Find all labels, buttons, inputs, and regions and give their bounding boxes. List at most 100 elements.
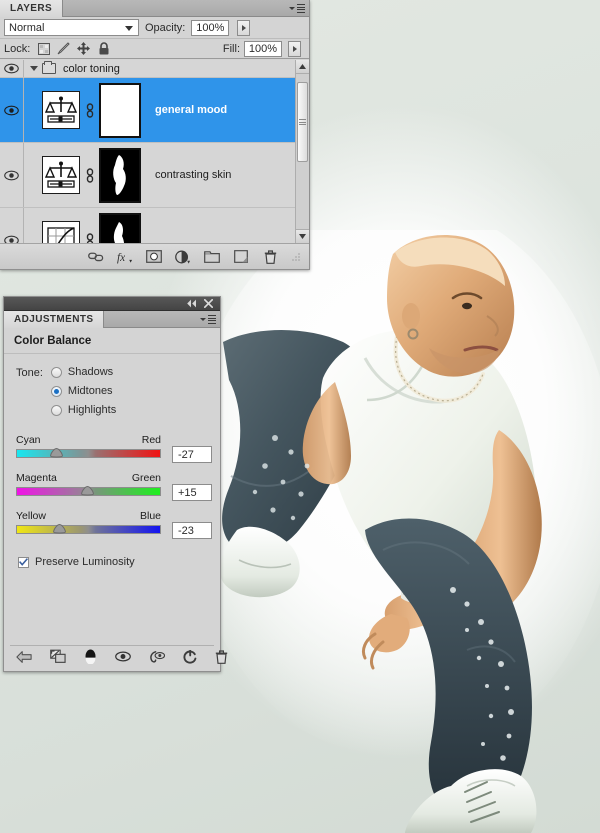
layers-scrollbar[interactable] [295,60,309,243]
tone-radio-group[interactable]: Shadows Midtones Highlights [50,366,116,416]
folder-icon [42,61,56,74]
blend-mode-row[interactable]: Normal Opacity: 100% [0,17,309,39]
fill-label: Fill: [222,42,240,55]
lock-row[interactable]: Lock: Fill: 100% [0,39,309,59]
checkbox-indicator[interactable] [18,556,29,568]
delete-layer-icon[interactable] [262,249,278,265]
adjustments-titlebar[interactable] [4,297,220,311]
lock-all-icon[interactable] [97,42,110,55]
slider-yellow-blue-value[interactable]: -23 [172,522,212,539]
tab-adjustments-label: ADJUSTMENTS [14,314,94,325]
link-mask-icon[interactable] [85,167,94,183]
radio-highlights[interactable]: Highlights [50,404,116,416]
view-previous-state-icon[interactable] [149,649,165,665]
lock-image-icon[interactable] [57,42,71,55]
preserve-luminosity-label: Preserve Luminosity [35,556,135,568]
slider-cyan-red-labels: Cyan Red [16,434,161,446]
slider-knob[interactable] [50,447,63,458]
opacity-input[interactable]: 100% [191,19,230,36]
layer-mask-thumbnail[interactable] [99,147,141,203]
slider-left-label: Cyan [16,434,41,446]
eye-icon [4,63,19,74]
slider-yellow-blue[interactable]: Yellow Blue -23 [4,510,220,539]
layer-group-row[interactable]: color toning [0,60,309,78]
slider-magenta-green[interactable]: Magenta Green +15 [4,472,220,501]
link-mask-icon[interactable] [85,232,94,243]
tab-adjustments[interactable]: ADJUSTMENTS [4,311,105,328]
layer-list[interactable]: color toning general mood contrasting sk… [0,60,309,243]
table-row[interactable]: general mood [0,78,309,143]
toggle-layer-visibility-icon[interactable] [115,649,131,665]
adjustments-panel[interactable]: ADJUSTMENTS Color Balance Tone: Shadows … [3,296,228,672]
scroll-down-button[interactable] [296,229,309,243]
toggle-layer-visibility[interactable] [0,143,24,207]
return-to-adjustment-list-icon[interactable] [16,649,32,665]
adjustments-tabstrip[interactable]: ADJUSTMENTS [4,311,220,328]
toggle-layer-visibility[interactable] [0,78,24,142]
new-adjustment-layer-icon[interactable] [175,249,191,265]
blend-mode-select[interactable]: Normal [4,19,139,36]
resize-grip-icon[interactable] [291,252,301,262]
slider-track[interactable] [16,525,161,534]
blend-mode-value: Normal [9,21,45,34]
fill-value: 100% [248,42,278,55]
table-row[interactable]: contrasting skin [0,143,309,208]
opacity-stepper[interactable] [237,19,251,36]
eye-icon [4,235,19,243]
collapse-to-icons-icon[interactable] [186,299,197,309]
layer-group-name: color toning [63,62,120,75]
slider-knob[interactable] [53,523,66,534]
add-layer-mask-icon[interactable] [146,249,162,265]
layer-mask-thumbnail[interactable] [99,212,141,243]
toggle-group-visibility[interactable] [0,60,24,77]
color-balance-icon[interactable] [42,91,80,129]
clip-to-layer-icon[interactable] [84,649,97,665]
link-mask-icon[interactable] [85,102,94,118]
expand-panel-view-icon[interactable] [50,649,66,665]
radio-midtones[interactable]: Midtones [50,385,116,397]
tone-row[interactable]: Tone: Shadows Midtones Highlights [4,354,220,420]
menu-lines-icon [208,314,216,326]
layers-tabstrip[interactable]: LAYERS [0,0,309,17]
table-row[interactable] [0,208,309,243]
radio-indicator[interactable] [50,366,62,378]
layers-panel-footer[interactable]: fx [0,243,309,269]
radio-shadows[interactable]: Shadows [50,366,116,378]
fill-stepper[interactable] [288,40,301,57]
slider-cyan-red[interactable]: Cyan Red -27 [4,434,220,463]
radio-indicator[interactable] [50,404,62,416]
panel-menu-icon[interactable] [289,2,305,15]
slider-cyan-red-value[interactable]: -27 [172,446,212,463]
close-icon[interactable] [203,299,214,309]
toggle-layer-visibility[interactable] [0,208,24,243]
fill-input[interactable]: 100% [244,40,282,57]
radio-indicator[interactable] [50,385,62,397]
slider-track[interactable] [16,449,161,458]
panel-menu-icon[interactable] [200,313,216,326]
reset-adjustment-icon[interactable] [183,649,197,665]
preserve-luminosity-checkbox[interactable]: Preserve Luminosity [4,534,220,568]
layer-name: general mood [155,104,228,116]
layer-style-fx-icon[interactable]: fx [117,249,133,265]
lock-transparency-icon[interactable] [37,42,50,55]
group-expand-icon[interactable] [30,66,38,71]
adjustments-panel-footer[interactable] [10,645,228,667]
new-layer-icon[interactable] [233,249,249,265]
lock-position-icon[interactable] [77,42,91,55]
delete-adjustment-icon[interactable] [215,649,228,665]
new-group-icon[interactable] [204,249,220,265]
page-title: Color Balance [4,328,220,354]
layer-mask-thumbnail[interactable] [99,82,141,138]
color-balance-icon[interactable] [42,156,80,194]
layers-panel[interactable]: LAYERS Normal Opacity: 100% Lock: Fill: … [0,0,310,270]
curves-icon[interactable] [42,221,80,243]
fill-controls[interactable]: Fill: 100% [222,40,305,57]
svg-text:fx: fx [117,251,125,263]
dancer-photo [215,230,600,833]
slider-magenta-green-value[interactable]: +15 [172,484,212,501]
tab-layers[interactable]: LAYERS [0,0,64,17]
scrollbar-thumb[interactable] [297,82,308,162]
slider-knob[interactable] [81,485,94,496]
link-layers-icon[interactable] [88,249,104,265]
scroll-up-button[interactable] [296,60,309,74]
